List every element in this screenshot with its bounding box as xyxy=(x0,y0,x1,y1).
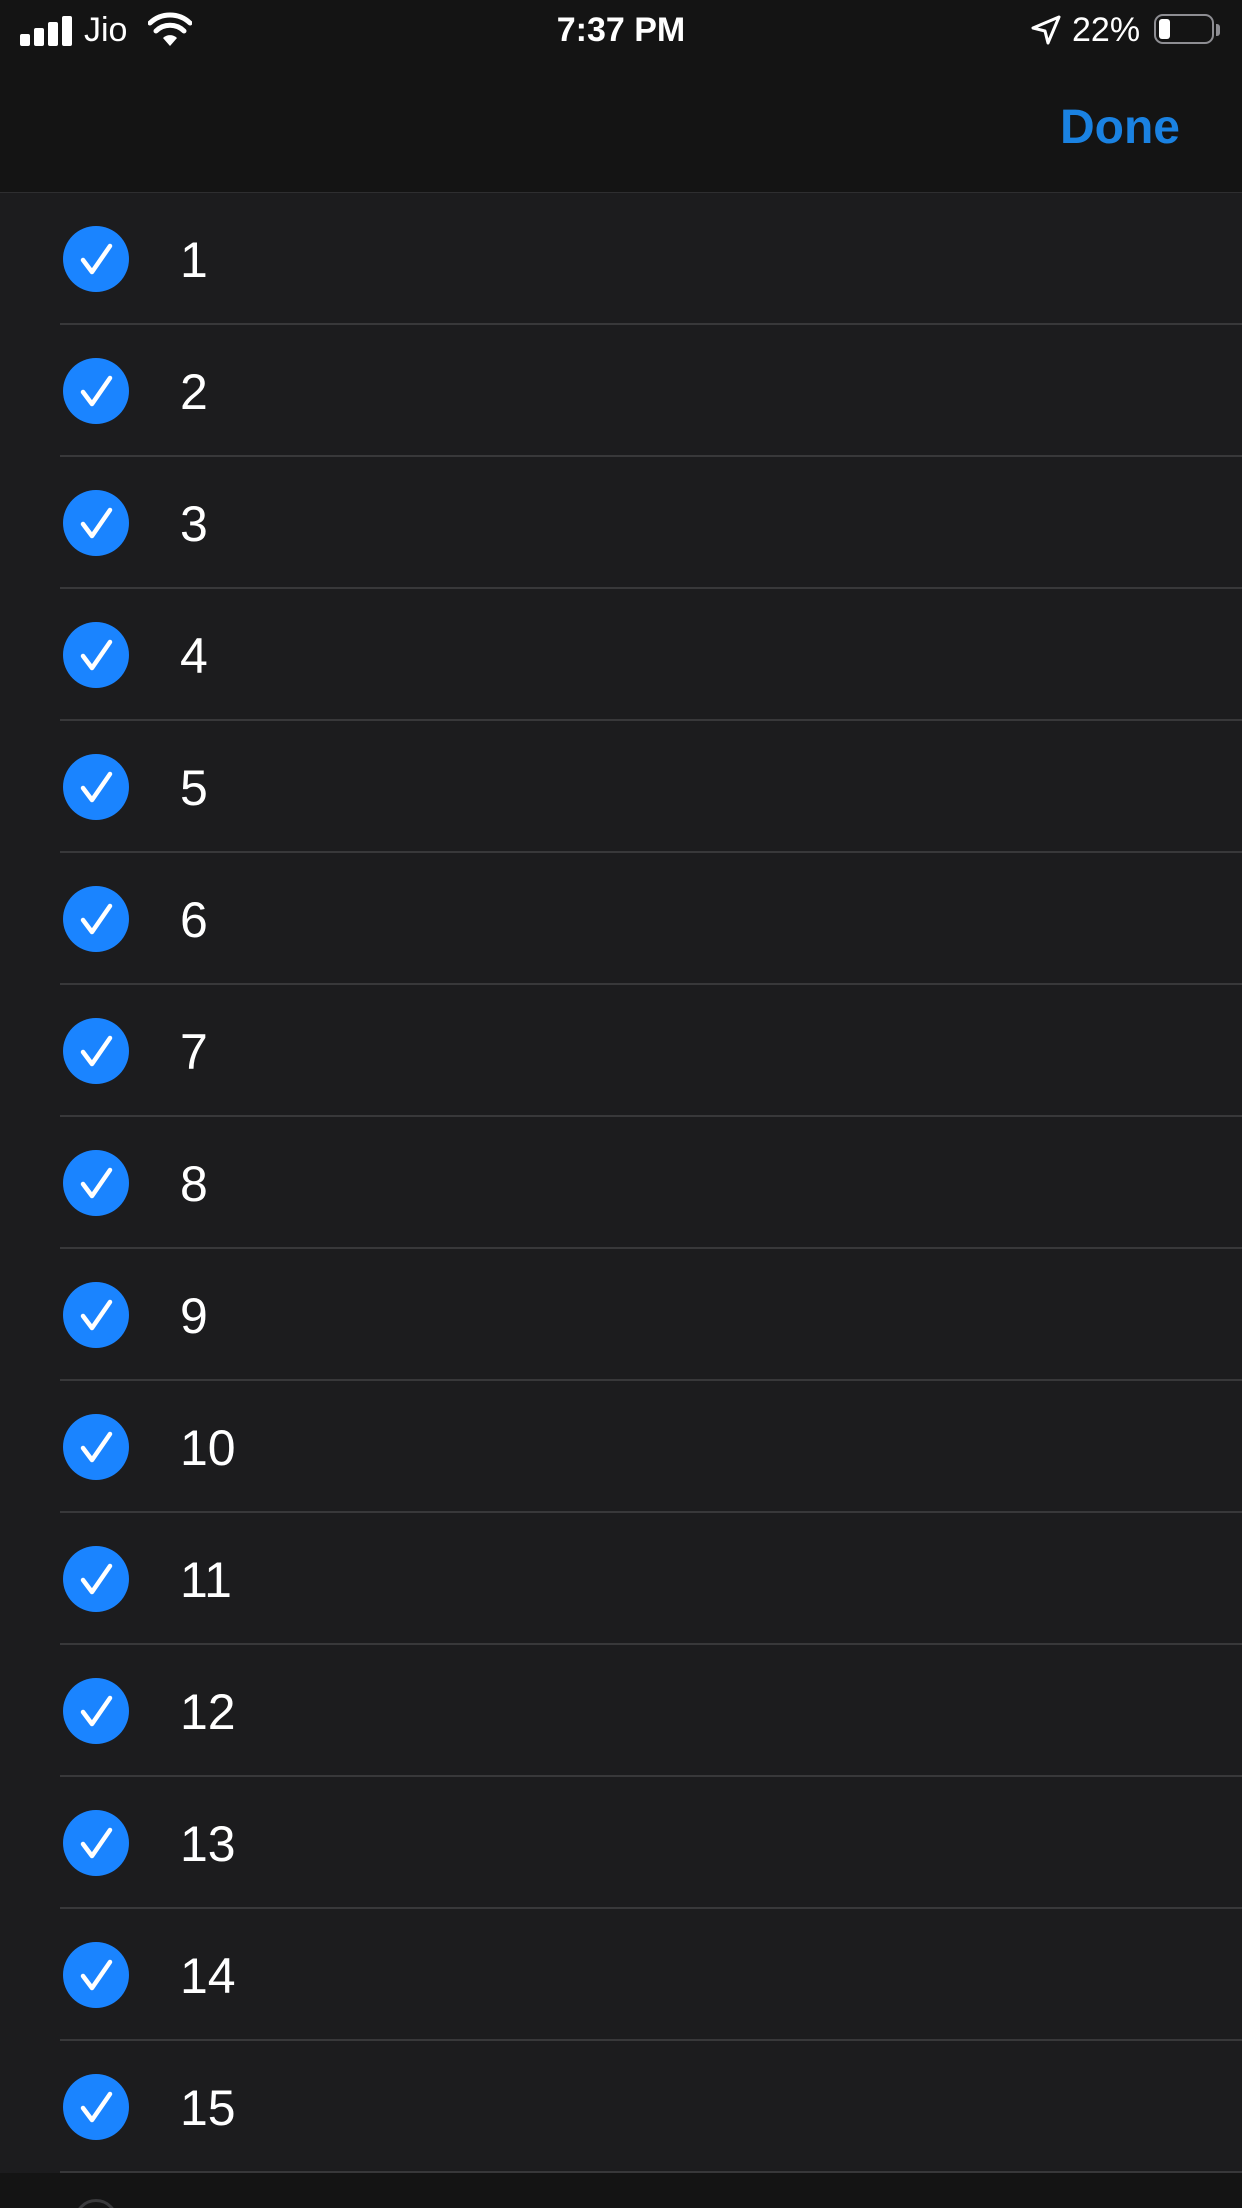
status-bar: Jio 7:37 PM 22% xyxy=(0,0,1242,62)
list-item-label: 5 xyxy=(180,760,208,816)
list-item-label: 6 xyxy=(180,892,208,948)
list-item[interactable]: 12 xyxy=(0,1645,1242,1777)
list-item[interactable]: 13 xyxy=(0,1777,1242,1909)
checkmark-circle-icon[interactable] xyxy=(63,490,129,556)
battery-percentage: 22% xyxy=(1072,11,1141,49)
list-item-label: 14 xyxy=(180,1948,236,2004)
checklist: 1 2 3 4 5 6 7 8 9 10 11 12 13 14 15 xyxy=(0,193,1242,2173)
list-item[interactable]: 3 xyxy=(0,457,1242,589)
list-item[interactable]: 2 xyxy=(0,325,1242,457)
list-item-label: 15 xyxy=(180,2080,236,2136)
list-item-label: 3 xyxy=(180,496,208,552)
list-item-label: 13 xyxy=(180,1816,236,1872)
checkmark-circle-icon[interactable] xyxy=(63,1150,129,1216)
list-item[interactable]: 6 xyxy=(0,853,1242,985)
list-item[interactable]: 14 xyxy=(0,1909,1242,2041)
list-item[interactable]: 10 xyxy=(0,1381,1242,1513)
checkmark-circle-icon[interactable] xyxy=(63,358,129,424)
checkmark-circle-icon[interactable] xyxy=(63,622,129,688)
list-item[interactable]: 15 xyxy=(0,2041,1242,2173)
list-item[interactable]: 4 xyxy=(0,589,1242,721)
list-item-label: 7 xyxy=(180,1024,208,1080)
checkmark-circle-icon[interactable] xyxy=(63,886,129,952)
list-item[interactable]: 9 xyxy=(0,1249,1242,1381)
list-item-label: 4 xyxy=(180,628,208,684)
partial-row-circle xyxy=(74,2199,118,2208)
list-item[interactable]: 8 xyxy=(0,1117,1242,1249)
battery-icon xyxy=(1154,14,1220,46)
list-item-label: 12 xyxy=(180,1684,236,1740)
checkmark-circle-icon[interactable] xyxy=(63,2074,129,2140)
checkmark-circle-icon[interactable] xyxy=(63,226,129,292)
checkmark-circle-icon[interactable] xyxy=(63,1282,129,1348)
list-item[interactable]: 1 xyxy=(0,193,1242,325)
checkmark-circle-icon[interactable] xyxy=(63,754,129,820)
top-bar: Jio 7:37 PM 22% Done xyxy=(0,0,1242,193)
checkmark-circle-icon[interactable] xyxy=(63,1678,129,1744)
checkmark-circle-icon[interactable] xyxy=(63,1018,129,1084)
checkmark-circle-icon[interactable] xyxy=(63,1546,129,1612)
location-arrow-icon xyxy=(1031,15,1061,45)
list-item-label: 2 xyxy=(180,364,208,420)
bottom-bar xyxy=(0,2173,1242,2208)
list-item-label: 8 xyxy=(180,1156,208,1212)
checkmark-circle-icon[interactable] xyxy=(63,1414,129,1480)
screen: Jio 7:37 PM 22% Done 1 2 3 4 5 6 7 8 9 10 11 12 13 14… xyxy=(0,0,1242,2208)
list-item[interactable]: 5 xyxy=(0,721,1242,853)
checkmark-circle-icon[interactable] xyxy=(63,1810,129,1876)
list-item-label: 11 xyxy=(180,1552,232,1608)
list-item[interactable]: 11 xyxy=(0,1513,1242,1645)
checkmark-circle-icon[interactable] xyxy=(63,1942,129,2008)
done-button[interactable]: Done xyxy=(1060,98,1180,158)
list-item-label: 10 xyxy=(180,1420,236,1476)
list-item-label: 1 xyxy=(180,232,208,288)
list-item-label: 9 xyxy=(180,1288,208,1344)
list-item[interactable]: 7 xyxy=(0,985,1242,1117)
